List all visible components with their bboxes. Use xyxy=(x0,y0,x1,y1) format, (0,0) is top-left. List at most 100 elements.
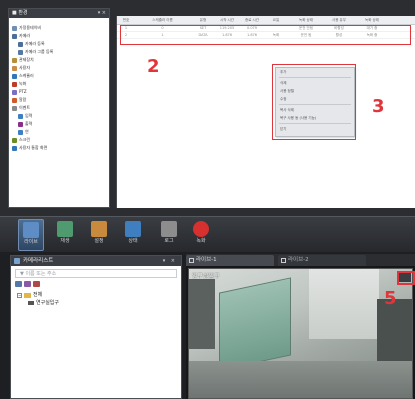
toolbar-button-label: 상태 xyxy=(128,238,138,244)
environment-tree: 가정용테이비카메라카메라 등록 카메라 그룹 등록 관제장치사용자스케쥴러녹화 PTZ… xyxy=(9,18,109,152)
tree-item-label: 연 xyxy=(25,129,29,134)
permission-icon xyxy=(12,57,17,63)
tree-item[interactable]: 스케쥴러 xyxy=(9,72,109,80)
tree-item[interactable]: 카메라 xyxy=(9,32,109,40)
live-button-highlight-box xyxy=(397,271,415,285)
record-button-icon xyxy=(193,221,209,237)
tab-live-2[interactable]: 라이브-2 xyxy=(278,255,366,266)
tree-item[interactable]: 출력 xyxy=(9,120,109,128)
toolbar-button-label: 녹화 xyxy=(196,238,206,244)
toolbar-button-label: 로그 xyxy=(164,238,174,244)
user-icon xyxy=(12,65,17,71)
link-icon xyxy=(18,129,23,135)
input-icon xyxy=(18,113,23,119)
filter-all-icon[interactable] xyxy=(15,281,22,287)
tree-item[interactable]: 가정용테이비 xyxy=(9,24,109,32)
log-icon xyxy=(161,221,177,237)
tree-item[interactable]: 녹화 xyxy=(9,80,109,88)
playback-icon xyxy=(57,221,73,237)
tree-item[interactable]: 알람 xyxy=(9,96,109,104)
tree-item[interactable]: 입력 xyxy=(9,112,109,120)
tree-item-label: PTZ xyxy=(19,89,27,94)
alarm-icon xyxy=(12,97,17,103)
toolbar-button-label: 재생 xyxy=(60,238,70,244)
tree-item[interactable]: 관제장치 xyxy=(9,56,109,64)
live-tabs: 라이브-1 라이브-2 xyxy=(186,254,415,266)
column-header[interactable]: 녹화 상태 xyxy=(289,16,323,24)
column-header[interactable]: 시작 시간 xyxy=(215,16,239,24)
camera-list-header: 카메라리스트 ▾ × xyxy=(11,256,181,266)
toolbar-button[interactable]: 상태 xyxy=(120,219,146,251)
camera-tree-item[interactable]: 연구실입구 xyxy=(17,299,175,307)
environment-panel-header: ■ 환경 ▾ × xyxy=(9,9,109,18)
status-icon xyxy=(125,221,141,237)
tree-item[interactable]: 이벤트 xyxy=(9,104,109,112)
tree-item-label: 스케쥴러 xyxy=(19,73,34,78)
tree-item-label: 스크린 xyxy=(19,137,31,142)
toolbar-button[interactable]: 재생 xyxy=(52,219,78,251)
tree-item-label: 카메라 xyxy=(19,33,31,38)
tab-live-1[interactable]: 라이브-1 xyxy=(186,255,274,266)
column-header[interactable]: 요일 xyxy=(265,16,287,24)
camera-tree-root[interactable]: − 전체 xyxy=(17,291,175,299)
column-header[interactable]: 번호 xyxy=(119,16,133,24)
tree-item-label: 가정용테이비 xyxy=(19,25,42,30)
camera-list-title: 카메라리스트 xyxy=(23,258,54,264)
tree-item-label: 이벤트 xyxy=(19,105,31,110)
app-root: ■ 환경 ▾ × 가정용테이비카메라카메라 등록 카메라 그룹 등록 관제장치사용자… xyxy=(0,0,415,399)
tree-item[interactable]: 연 xyxy=(9,128,109,136)
layout-icon xyxy=(189,258,194,263)
camera-group-icon xyxy=(18,49,23,55)
tree-item[interactable]: 스크린 xyxy=(9,136,109,144)
tree-item-label: 출력 xyxy=(25,121,33,126)
tab-live-2-label: 라이브-2 xyxy=(288,257,309,263)
main-toolbar: 라이브 재생 설정 상태 로그 녹화 xyxy=(0,216,415,252)
tree-item[interactable]: 카메라 그룹 등록 xyxy=(9,48,109,56)
tree-item[interactable]: 사용자 통합 화면 xyxy=(9,144,109,152)
camera-search-placeholder: 이름 또는 주소 xyxy=(25,271,57,277)
filter-camera-icon[interactable] xyxy=(33,281,40,287)
tree-item[interactable]: PTZ xyxy=(9,88,109,96)
environment-panel-title: ■ 환경 xyxy=(12,10,28,16)
collapse-icon[interactable]: − xyxy=(17,292,22,298)
event-icon xyxy=(12,105,17,111)
column-header[interactable]: 스케쥴러 이름 xyxy=(135,16,190,24)
tree-item[interactable]: 사용자 xyxy=(9,64,109,72)
toolbar-button[interactable]: 녹화 xyxy=(188,219,214,251)
column-header[interactable]: 종료 시간 xyxy=(240,16,264,24)
video-feed[interactable]: 연구실입구 xyxy=(188,268,413,399)
camera-tree-item-label: 연구실입구 xyxy=(36,300,60,306)
column-header[interactable]: 사용 유무 xyxy=(324,16,354,24)
camera-list-controls[interactable]: ▾ × xyxy=(163,256,177,266)
tree-item-label: 녹화 xyxy=(19,81,27,86)
video-shadow-left xyxy=(189,279,215,349)
tree-item-label: 관제장치 xyxy=(19,57,34,62)
tab-live-1-label: 라이브-1 xyxy=(196,257,217,263)
panel-controls[interactable]: ▾ × xyxy=(98,9,106,18)
camera-list-icon xyxy=(14,258,20,264)
output-icon xyxy=(18,121,23,127)
screen-icon xyxy=(12,137,17,143)
toolbar-button[interactable]: 설정 xyxy=(86,219,112,251)
video-wall xyxy=(309,269,379,339)
environment-panel: ■ 환경 ▾ × 가정용테이비카메라카메라 등록 카메라 그룹 등록 관제장치사용자… xyxy=(8,8,110,208)
layout-icon xyxy=(281,258,286,263)
toolbar-button[interactable]: 로그 xyxy=(156,219,182,251)
tree-item-label: 사용자 xyxy=(19,65,31,70)
user-screen-icon xyxy=(12,145,17,151)
camera-icon xyxy=(12,33,17,39)
camera-search-input[interactable]: ▼ 이름 또는 주소 xyxy=(15,269,177,278)
camera-icon xyxy=(28,301,34,305)
folder-icon xyxy=(24,292,31,298)
column-header[interactable]: 녹화 상태 xyxy=(355,16,389,24)
callout-3: 3 xyxy=(372,96,385,117)
tree-item[interactable]: 카메라 등록 xyxy=(9,40,109,48)
toolbar-button[interactable]: 라이브 xyxy=(18,219,44,251)
callout-5: 5 xyxy=(384,288,397,309)
schedule-icon xyxy=(12,73,17,79)
column-header[interactable]: 유형 xyxy=(192,16,214,24)
tree-item-label: 알람 xyxy=(19,97,27,102)
toolbar-button-label: 설정 xyxy=(94,238,104,244)
video-camera-label: 연구실입구 xyxy=(192,273,220,280)
filter-group-icon[interactable] xyxy=(24,281,31,287)
